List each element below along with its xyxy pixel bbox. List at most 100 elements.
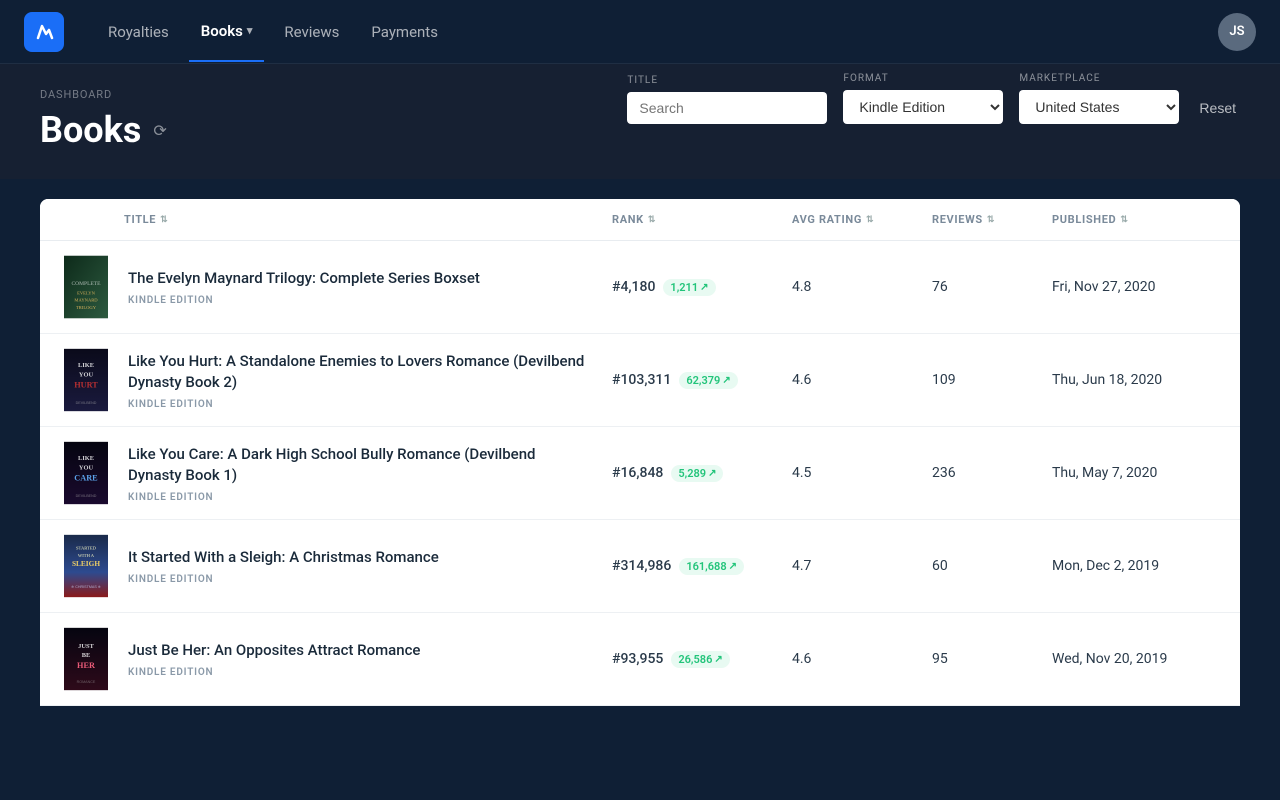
nav-reviews[interactable]: Reviews [272, 3, 351, 61]
th-rank[interactable]: RANK ⇅ [604, 199, 784, 240]
svg-text:❄ CHRISTMAS ❄: ❄ CHRISTMAS ❄ [71, 585, 101, 589]
book-title: Like You Hurt: A Standalone Enemies to L… [128, 351, 592, 393]
rank-sort-icon: ⇅ [648, 215, 656, 225]
th-reviews[interactable]: REVIEWS ⇅ [924, 199, 1044, 240]
published-cell: Fri, Nov 27, 2020 [1044, 271, 1224, 303]
svg-text:LIKE: LIKE [78, 455, 94, 462]
avg-rating-cell: 4.6 [784, 364, 924, 396]
rank-change-badge: 26,586 [671, 651, 729, 668]
book-info-cell: The Evelyn Maynard Trilogy: Complete Ser… [116, 252, 604, 322]
rank-change-badge: 1,211 [663, 279, 715, 296]
reviews-cell: 95 [924, 643, 1044, 675]
svg-text:BE: BE [82, 652, 91, 659]
filters-row: TITLE FORMAT Kindle Edition Paperback Ha… [627, 73, 1240, 124]
title-filter-label: TITLE [627, 75, 827, 86]
nav-links: Royalties Books ▾ Reviews Payments [96, 2, 450, 62]
svg-text:STARTED: STARTED [76, 546, 97, 551]
svg-text:YOU: YOU [79, 464, 94, 471]
rank-number: #314,986 [612, 558, 671, 574]
avg-rating-cell: 4.5 [784, 457, 924, 489]
marketplace-select[interactable]: United States United Kingdom Canada Aust… [1019, 90, 1179, 124]
rank-number: #103,311 [612, 372, 671, 388]
rank-number: #4,180 [612, 279, 655, 295]
book-format-badge: KINDLE EDITION [128, 399, 592, 410]
avg-rating-cell: 4.7 [784, 550, 924, 582]
page-title: Books [40, 109, 141, 151]
svg-text:CARE: CARE [74, 473, 98, 482]
rank-cell: #4,180 1,211 [604, 271, 784, 304]
book-format-badge: KINDLE EDITION [128, 492, 592, 503]
svg-text:LIKE: LIKE [78, 362, 94, 369]
title-sort-icon: ⇅ [160, 215, 168, 225]
rank-number: #16,848 [612, 465, 663, 481]
book-cover-cell: JUST BE HER ROMANCE [56, 613, 116, 705]
title-search-input[interactable] [627, 92, 827, 124]
th-title[interactable]: TITLE ⇅ [116, 199, 604, 240]
svg-text:DEVILBEND: DEVILBEND [76, 401, 97, 405]
svg-text:JUST: JUST [78, 643, 94, 650]
reviews-cell: 109 [924, 364, 1044, 396]
books-chevron-icon: ▾ [247, 24, 253, 37]
book-cover-cell: COMPLETE EVELYN MAYNARD TRILOGY [56, 241, 116, 333]
books-table: TITLE ⇅ RANK ⇅ AVG RATING ⇅ REVIEWS ⇅ PU… [40, 199, 1240, 706]
header-section: DASHBOARD Books ⟳ TITLE FORMAT Kindle Ed… [0, 64, 1280, 179]
avg-rating-cell: 4.6 [784, 643, 924, 675]
header-inner: Books ⟳ TITLE FORMAT Kindle Edition Pape… [40, 109, 1240, 151]
reviews-sort-icon: ⇅ [987, 215, 995, 225]
reviews-cell: 76 [924, 271, 1044, 303]
published-cell: Mon, Dec 2, 2019 [1044, 550, 1224, 582]
navbar: Royalties Books ▾ Reviews Payments JS [0, 0, 1280, 64]
rank-cell: #103,311 62,379 [604, 364, 784, 397]
table-body: COMPLETE EVELYN MAYNARD TRILOGY The Evel… [40, 241, 1240, 706]
avg-rating-cell: 4.8 [784, 271, 924, 303]
rank-number: #93,955 [612, 651, 663, 667]
th-cover [56, 199, 116, 240]
svg-text:HURT: HURT [74, 380, 98, 389]
table-row[interactable]: STARTED WITH A SLEIGH ❄ CHRISTMAS ❄ It S… [40, 520, 1240, 613]
book-title: The Evelyn Maynard Trilogy: Complete Ser… [128, 268, 592, 289]
table-row[interactable]: LIKE YOU HURT DEVILBEND Like You Hurt: A… [40, 334, 1240, 427]
book-format-badge: KINDLE EDITION [128, 574, 592, 585]
reset-button[interactable]: Reset [1195, 92, 1240, 124]
nav-books[interactable]: Books ▾ [189, 2, 265, 62]
book-info-cell: It Started With a Sleigh: A Christmas Ro… [116, 531, 604, 601]
page-title-row: Books ⟳ [40, 109, 167, 151]
rank-cell: #93,955 26,586 [604, 643, 784, 676]
reviews-cell: 60 [924, 550, 1044, 582]
rank-change-badge: 62,379 [679, 372, 737, 389]
format-select[interactable]: Kindle Edition Paperback Hardcover [843, 90, 1003, 124]
published-cell: Thu, Jun 18, 2020 [1044, 364, 1224, 396]
title-filter-group: TITLE [627, 75, 827, 124]
marketplace-filter-group: MARKETPLACE United States United Kingdom… [1019, 73, 1179, 124]
svg-text:DEVILBEND: DEVILBEND [76, 494, 97, 498]
table-row[interactable]: COMPLETE EVELYN MAYNARD TRILOGY The Evel… [40, 241, 1240, 334]
svg-text:TRILOGY: TRILOGY [76, 305, 97, 310]
book-title: Like You Care: A Dark High School Bully … [128, 444, 592, 486]
format-filter-label: FORMAT [843, 73, 1003, 84]
book-cover-cell: LIKE YOU HURT DEVILBEND [56, 334, 116, 426]
svg-text:SLEIGH: SLEIGH [72, 559, 100, 568]
book-info-cell: Just Be Her: An Opposites Attract Romanc… [116, 624, 604, 694]
app-logo[interactable] [24, 12, 64, 52]
svg-text:MAYNARD: MAYNARD [74, 298, 98, 303]
book-cover-cell: STARTED WITH A SLEIGH ❄ CHRISTMAS ❄ [56, 520, 116, 612]
book-title: Just Be Her: An Opposites Attract Romanc… [128, 640, 592, 661]
svg-text:WITH A: WITH A [78, 553, 95, 558]
refresh-icon[interactable]: ⟳ [153, 121, 166, 140]
th-avg-rating[interactable]: AVG RATING ⇅ [784, 199, 924, 240]
nav-payments[interactable]: Payments [359, 3, 450, 61]
marketplace-filter-label: MARKETPLACE [1019, 73, 1179, 84]
nav-royalties[interactable]: Royalties [96, 3, 181, 61]
book-info-cell: Like You Care: A Dark High School Bully … [116, 428, 604, 519]
th-published[interactable]: PUBLISHED ⇅ [1044, 199, 1224, 240]
table-header: TITLE ⇅ RANK ⇅ AVG RATING ⇅ REVIEWS ⇅ PU… [40, 199, 1240, 241]
published-sort-icon: ⇅ [1120, 215, 1128, 225]
svg-text:COMPLETE: COMPLETE [71, 281, 101, 287]
table-row[interactable]: JUST BE HER ROMANCE Just Be Her: An Oppo… [40, 613, 1240, 706]
published-cell: Thu, May 7, 2020 [1044, 457, 1224, 489]
format-filter-group: FORMAT Kindle Edition Paperback Hardcove… [843, 73, 1003, 124]
book-format-badge: KINDLE EDITION [128, 667, 592, 678]
svg-text:HER: HER [77, 661, 96, 670]
table-row[interactable]: LIKE YOU CARE DEVILBEND Like You Care: A… [40, 427, 1240, 520]
user-avatar[interactable]: JS [1218, 13, 1256, 51]
